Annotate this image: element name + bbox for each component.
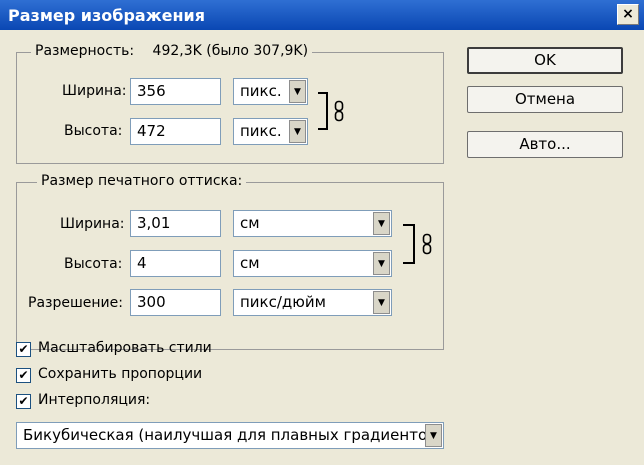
- constrain-proportions-label[interactable]: Сохранить пропорции: [38, 366, 202, 382]
- dropdown-arrow-icon[interactable]: ▼: [425, 424, 442, 447]
- pixel-height-unit-select[interactable]: пикс. ▼: [233, 118, 308, 145]
- resolution-input[interactable]: 300: [130, 289, 221, 316]
- dropdown-arrow-icon[interactable]: ▼: [373, 212, 390, 235]
- pixel-width-input[interactable]: 356: [130, 78, 221, 105]
- pixel-dimensions-legend: Размерность: 492,3K (было 307,9K): [31, 43, 313, 59]
- close-button[interactable]: ×: [617, 4, 639, 25]
- pixel-height-label: Высота:: [64, 123, 123, 139]
- pixel-width-unit-select[interactable]: пикс. ▼: [233, 78, 308, 105]
- pixel-height-input[interactable]: 472: [130, 118, 221, 145]
- interpolation-select[interactable]: Бикубическая (наилучшая для плавных град…: [16, 422, 444, 449]
- auto-button[interactable]: Авто...: [467, 131, 623, 158]
- pixel-height-unit: пикс.: [240, 122, 282, 140]
- print-height-unit-select[interactable]: см ▼: [233, 250, 392, 277]
- title-bar: Размер изображения ×: [0, 0, 644, 30]
- dropdown-arrow-icon[interactable]: ▼: [373, 291, 390, 314]
- resolution-unit: пикс/дюйм: [240, 293, 326, 311]
- pixel-dimensions-group: Размерность: 492,3K (было 307,9K): [16, 43, 444, 164]
- pixel-link-bracket: [318, 92, 328, 130]
- dropdown-arrow-icon[interactable]: ▼: [289, 80, 306, 103]
- ok-button[interactable]: OK: [467, 47, 623, 74]
- print-size-legend: Размер печатного оттиска:: [37, 173, 247, 189]
- cancel-button[interactable]: Отмена: [467, 86, 623, 113]
- print-width-label: Ширина:: [60, 216, 125, 232]
- print-height-label: Высота:: [64, 256, 123, 272]
- resolution-label: Разрешение:: [28, 295, 123, 311]
- scale-styles-label[interactable]: Масштабировать стили: [38, 340, 212, 356]
- window-title: Размер изображения: [8, 6, 206, 25]
- print-height-unit: см: [240, 254, 260, 272]
- resolution-unit-select[interactable]: пикс/дюйм ▼: [233, 289, 392, 316]
- pixel-width-label: Ширина:: [62, 83, 127, 99]
- interpolation-value: Бикубическая (наилучшая для плавных град…: [23, 426, 442, 444]
- chain-link-icon: [334, 100, 344, 122]
- pixel-width-unit: пикс.: [240, 82, 282, 100]
- chain-link-icon: [422, 233, 432, 255]
- print-height-input[interactable]: 4: [130, 250, 221, 277]
- print-width-input[interactable]: 3,01: [130, 210, 221, 237]
- dimensions-label: Размерность:: [35, 43, 135, 59]
- print-link-bracket: [403, 224, 415, 264]
- resample-label[interactable]: Интерполяция:: [38, 392, 150, 408]
- scale-styles-checkbox[interactable]: ✔: [16, 342, 31, 357]
- dropdown-arrow-icon[interactable]: ▼: [289, 120, 306, 143]
- dimensions-value: 492,3K (было 307,9K): [152, 43, 309, 59]
- print-width-unit-select[interactable]: см ▼: [233, 210, 392, 237]
- print-width-unit: см: [240, 214, 260, 232]
- dropdown-arrow-icon[interactable]: ▼: [373, 252, 390, 275]
- constrain-proportions-checkbox[interactable]: ✔: [16, 368, 31, 383]
- resample-checkbox[interactable]: ✔: [16, 394, 31, 409]
- dialog-client: Размерность: 492,3K (было 307,9K) Ширина…: [0, 30, 644, 465]
